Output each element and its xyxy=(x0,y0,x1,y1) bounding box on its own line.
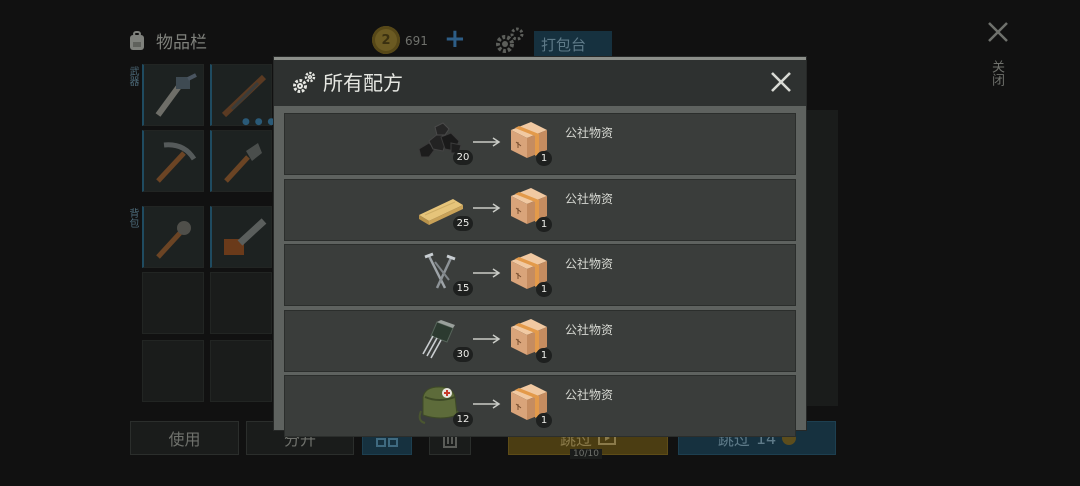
arrow-right-icon xyxy=(473,202,501,213)
slot-empty[interactable] xyxy=(210,272,272,334)
output-quantity: 1 xyxy=(536,282,552,298)
output-quantity: 1 xyxy=(536,151,552,166)
use-button[interactable]: 使用 xyxy=(130,421,239,455)
output-quantity: 1 xyxy=(536,347,552,363)
tab-packing-table[interactable]: 打包台 xyxy=(534,31,612,57)
slot-empty[interactable] xyxy=(210,340,272,402)
coin-count: 691 xyxy=(405,34,428,48)
recipes-dialog: 所有配方 20 1 公社物资 25 1 公社物资 15 1 公社物资 30 1 … xyxy=(274,57,806,438)
input-quantity: 30 xyxy=(453,346,473,362)
rifle-icon xyxy=(221,74,267,118)
inventory-header: 物品栏 xyxy=(126,28,207,53)
shovel-icon xyxy=(224,143,262,183)
close-label[interactable]: 关闭 xyxy=(989,60,1005,86)
input-quantity: 20 xyxy=(453,150,473,165)
recipe-list: 20 1 公社物资 25 1 公社物资 15 1 公社物资 30 1 公社物资 … xyxy=(284,113,796,441)
add-coins-button[interactable]: + xyxy=(444,26,466,52)
input-quantity: 12 xyxy=(453,412,473,428)
mace-icon xyxy=(156,221,191,259)
slot-shovel[interactable] xyxy=(210,130,272,192)
slot-pickaxe[interactable] xyxy=(142,130,204,192)
arrow-right-icon xyxy=(473,268,501,278)
output-name: 公社物资 xyxy=(565,191,614,206)
coin-symbol: 2 xyxy=(381,32,391,48)
output-name: 公社物资 xyxy=(565,257,614,272)
gears-icon xyxy=(293,71,316,93)
recipe-row[interactable]: 25 1 公社物资 xyxy=(284,178,796,241)
gears-icon xyxy=(496,27,524,53)
output-quantity: 1 xyxy=(536,216,552,232)
backpack-section-label: 背包 xyxy=(127,208,138,228)
arrow-right-icon xyxy=(473,399,501,409)
close-icon[interactable] xyxy=(770,71,792,93)
packing-panel xyxy=(806,110,838,406)
recipe-row[interactable]: 15 1 公社物资 xyxy=(284,244,796,307)
recipe-row[interactable]: 30 1 公社物资 xyxy=(284,309,796,372)
chainsaw-icon xyxy=(224,218,267,255)
backpack-icon xyxy=(130,30,144,50)
ad-counter: 10/10 xyxy=(570,449,602,459)
output-quantity: 1 xyxy=(536,413,552,429)
output-name: 公社物资 xyxy=(565,388,614,403)
arrow-right-icon xyxy=(473,334,501,344)
arrow-right-icon xyxy=(473,137,501,147)
dialog-title: 所有配方 xyxy=(323,71,403,95)
slot-empty[interactable] xyxy=(142,272,204,334)
slot-empty[interactable] xyxy=(142,340,204,402)
pickaxe-icon xyxy=(156,142,197,183)
coin-icon: 2 xyxy=(372,26,400,54)
dialog-header: 所有配方 xyxy=(274,60,806,106)
slot-chainsaw[interactable] xyxy=(210,206,272,268)
close-icon[interactable] xyxy=(986,20,1010,44)
weapon-section-label: 武器 xyxy=(127,66,138,86)
output-name: 公社物资 xyxy=(565,322,614,337)
jackhammer-icon xyxy=(155,73,197,117)
slot-mace[interactable] xyxy=(142,206,204,268)
slot-jackhammer[interactable] xyxy=(142,64,204,126)
recipe-row[interactable]: 20 1 公社物资 xyxy=(284,113,796,175)
recipe-row[interactable]: 12 1 公社物资 xyxy=(284,375,796,438)
inventory-title: 物品栏 xyxy=(156,33,207,53)
output-name: 公社物资 xyxy=(565,126,614,140)
input-quantity: 25 xyxy=(453,215,473,231)
input-quantity: 15 xyxy=(453,281,473,297)
